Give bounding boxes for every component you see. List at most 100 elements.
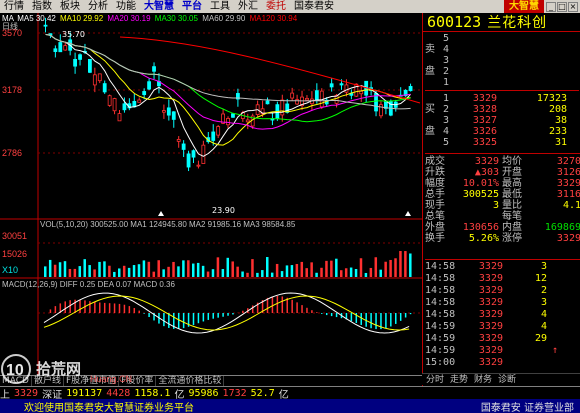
sell-volume bbox=[497, 44, 567, 55]
volume-bar bbox=[305, 268, 308, 277]
candle-body bbox=[166, 107, 171, 116]
tick-time: 15:00 bbox=[425, 357, 456, 368]
stat-row: 成交 3329 均价 3270 bbox=[425, 156, 580, 167]
buy-volume: 233 bbox=[548, 126, 567, 137]
sell-side-label bbox=[425, 77, 443, 88]
marquee-right: 国泰君安 证券营业部 bbox=[480, 402, 574, 413]
stat-value: 130656 bbox=[462, 222, 499, 233]
volume-bar bbox=[53, 264, 57, 277]
right-tab-3[interactable]: 诊断 bbox=[498, 374, 516, 385]
marquee: 欢迎使用国泰君安大智慧证券业务平台 国泰君安 证券营业部 bbox=[0, 399, 580, 413]
buy-level-num: 3 bbox=[443, 115, 450, 126]
stat-value: 3116 bbox=[556, 189, 580, 200]
maximize-button[interactable]: □ bbox=[557, 1, 567, 12]
menu-item-7[interactable]: 工具 bbox=[206, 0, 234, 13]
sell-level-num: 2 bbox=[443, 66, 450, 77]
volume-bar bbox=[192, 263, 195, 277]
sell-side-label: 卖 bbox=[425, 44, 435, 55]
menu-item-6[interactable]: 平台 bbox=[178, 0, 206, 13]
volume-bar bbox=[231, 261, 234, 277]
tick-row: 14:58 3329 2 bbox=[425, 285, 580, 297]
indicator-tab-2[interactable]: F股净值市值 bbox=[64, 376, 120, 386]
sell-price bbox=[457, 55, 497, 66]
indicator-tab-3[interactable]: F股价率 bbox=[119, 376, 157, 386]
buy-level-num: 2 bbox=[443, 104, 450, 115]
stat-row: 升跌 ▲303 开盘 3126 bbox=[425, 167, 580, 178]
menu-item-5[interactable]: 大智慧 bbox=[140, 0, 178, 13]
indicator-tab-1[interactable]: 散户线 bbox=[32, 376, 64, 386]
volume-bar bbox=[236, 266, 239, 277]
right-tab-0[interactable]: 分时 bbox=[426, 374, 444, 385]
volume-bar bbox=[211, 269, 215, 277]
buy-volume: 31 bbox=[554, 137, 567, 148]
buy-side-label: 买 bbox=[425, 104, 435, 115]
tick-row: 14:59 3329 4 bbox=[425, 321, 580, 333]
stat-row: 现手 3 量比 4.1 bbox=[425, 200, 580, 211]
sell-level-5: 5 bbox=[425, 33, 579, 44]
volume-bar bbox=[404, 251, 407, 277]
tick-time: 14:58 bbox=[425, 309, 456, 320]
stat-label: 现手 bbox=[425, 200, 445, 211]
indicator-tab-4[interactable]: 全流通价格比较 bbox=[156, 376, 225, 386]
ticks-divider bbox=[425, 259, 580, 260]
buy-level-1: 1 3329 17323 bbox=[425, 93, 579, 104]
menu-item-8[interactable]: 外汇 bbox=[234, 0, 262, 13]
stat-label: 成交 bbox=[425, 156, 445, 167]
stat-label: 涨停 bbox=[502, 233, 522, 244]
volume-bar bbox=[251, 259, 254, 277]
tick-price: 3329 bbox=[478, 297, 503, 308]
stock-code: 600123 bbox=[427, 13, 482, 31]
y-tick-1: 3178 bbox=[2, 85, 22, 95]
volume-bar bbox=[394, 258, 397, 277]
volume-bar bbox=[330, 260, 333, 277]
ticker-field-3: 191137 bbox=[66, 387, 103, 399]
ticker-field-9: 52.7 bbox=[250, 387, 275, 399]
marquee-text: 欢迎使用国泰君安大智慧证券业务平台 bbox=[24, 402, 194, 413]
volume-bar bbox=[285, 265, 289, 277]
volume-bar bbox=[369, 267, 373, 277]
menu-item-9[interactable]: 委托 bbox=[262, 0, 290, 13]
minimize-button[interactable]: _ bbox=[546, 1, 556, 12]
ma-legend-MA30: MA30 30.05 bbox=[155, 14, 199, 23]
indicator-tab-0[interactable]: MACD bbox=[0, 376, 32, 386]
close-button[interactable]: × bbox=[568, 1, 578, 12]
candle-body bbox=[196, 164, 201, 167]
menu-item-3[interactable]: 分析 bbox=[84, 0, 112, 13]
sell-level-num: 5 bbox=[443, 33, 450, 44]
volume-bar bbox=[93, 269, 96, 277]
menu-item-0[interactable]: 行情 bbox=[0, 0, 28, 13]
buy-level-num: 5 bbox=[443, 137, 450, 148]
right-tab-2[interactable]: 财务 bbox=[474, 374, 492, 385]
stat-value: 169869 bbox=[544, 222, 580, 233]
menu-item-10[interactable]: 国泰君安 bbox=[290, 0, 338, 13]
volume-bar bbox=[78, 266, 82, 277]
buy-level-2: 买 2 3328 208 bbox=[425, 104, 579, 115]
candle-body bbox=[216, 126, 221, 136]
volume-bar bbox=[113, 271, 116, 277]
candle-body bbox=[92, 74, 97, 86]
stat-label: 内盘 bbox=[502, 222, 522, 233]
menu-item-4[interactable]: 功能 bbox=[112, 0, 140, 13]
ma-legend-MA5: MA5 30.42 bbox=[17, 14, 56, 23]
sell-side-label bbox=[425, 55, 443, 66]
volume-bar bbox=[206, 271, 210, 277]
menu-item-2[interactable]: 板块 bbox=[56, 0, 84, 13]
volume-bar bbox=[221, 269, 225, 277]
volume-bar bbox=[344, 268, 348, 277]
volume-bar bbox=[310, 262, 313, 277]
ticker-field-4: 4428 bbox=[106, 387, 131, 399]
volume-bar bbox=[98, 261, 101, 277]
tick-price: 3329 bbox=[478, 357, 503, 368]
stat-row: 换手 5.26% 涨停 3329 bbox=[425, 233, 580, 244]
tick-price: 3329 bbox=[478, 285, 503, 296]
menu-item-1[interactable]: 指数 bbox=[28, 0, 56, 13]
volume-bar bbox=[83, 259, 86, 277]
right-tab-1[interactable]: 走势 bbox=[450, 374, 468, 385]
stat-row: 幅度 10.01% 最高 3329 bbox=[425, 178, 580, 189]
stock-chart[interactable]: MA MA5 30.42 MA10 29.92 MA20 30.19 MA30 30.0… bbox=[0, 13, 422, 375]
volume-bar bbox=[295, 263, 299, 277]
tick-price: 3329 bbox=[478, 333, 503, 344]
tick-volume: 29 bbox=[534, 333, 547, 344]
tick-volume: 3 bbox=[540, 297, 547, 308]
status-bar: 上 3329 深证 191137 4428 1158.1 亿 95986 1732 52.7 亿 欢… bbox=[0, 386, 580, 413]
